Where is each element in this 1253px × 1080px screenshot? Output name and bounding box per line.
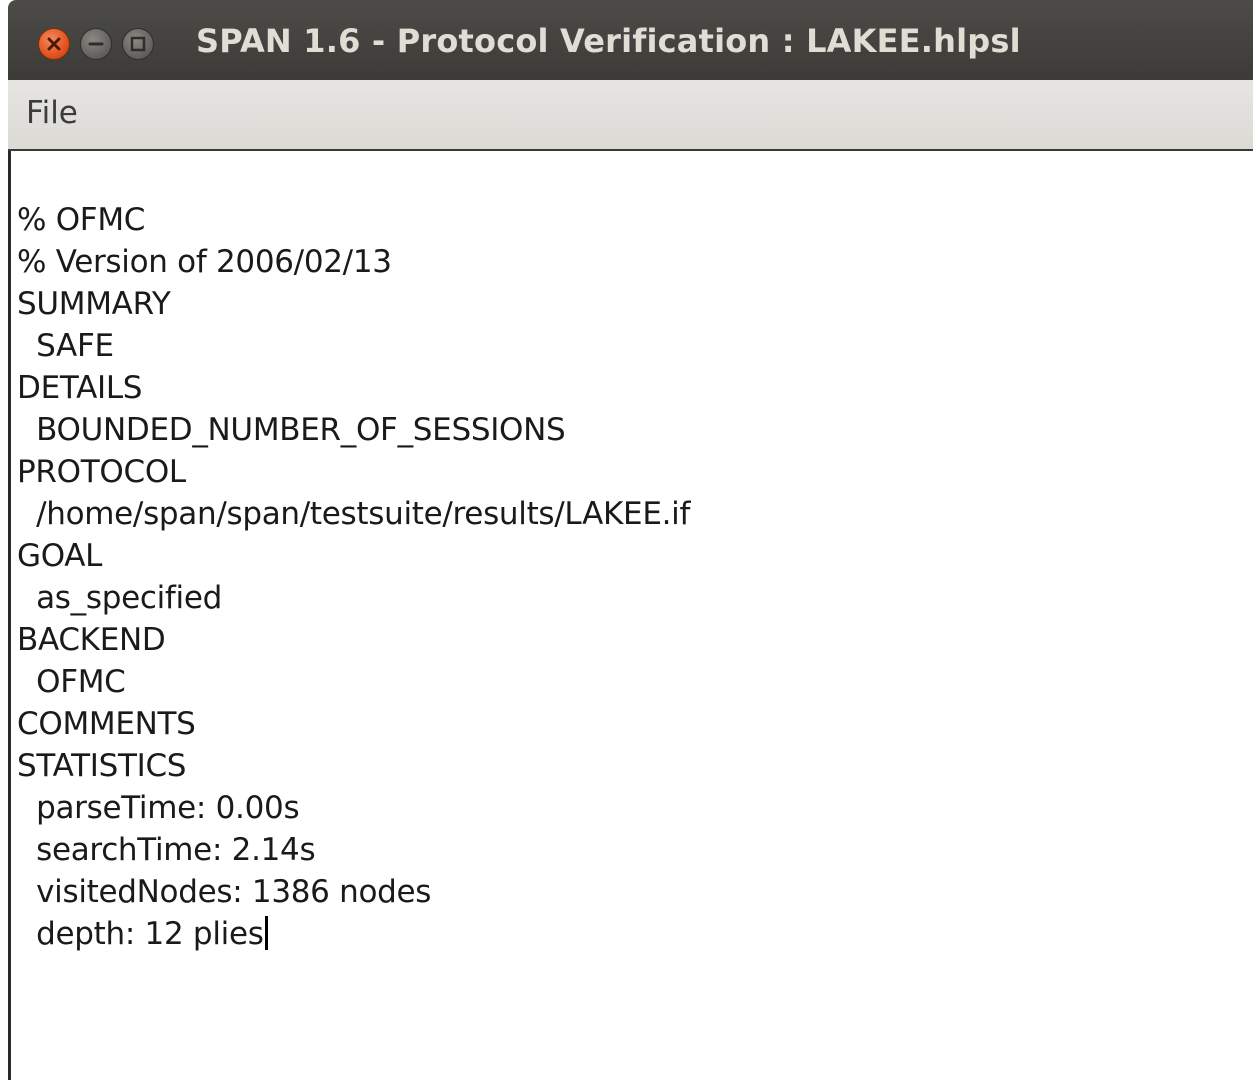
output-line: parseTime: 0.00s	[17, 790, 300, 826]
menu-file[interactable]: File	[26, 95, 78, 131]
output-lines: % OFMC % Version of 2006/02/13 SUMMARY S…	[17, 199, 690, 955]
output-line: SAFE	[17, 328, 114, 364]
text-caret	[264, 916, 268, 950]
title-bar[interactable]: SPAN 1.6 - Protocol Verification : LAKEE…	[8, 0, 1253, 80]
output-line-last: depth: 12 plies	[17, 913, 690, 955]
output-line: BACKEND	[17, 622, 166, 658]
output-text-area[interactable]: % OFMC % Version of 2006/02/13 SUMMARY S…	[8, 151, 1253, 1080]
output-line: COMMENTS	[17, 706, 196, 742]
output-line: SUMMARY	[17, 286, 171, 322]
window-title: SPAN 1.6 - Protocol Verification : LAKEE…	[196, 22, 1021, 60]
span-window: SPAN 1.6 - Protocol Verification : LAKEE…	[0, 0, 1253, 1080]
output-line: % OFMC	[17, 202, 146, 238]
menu-bar: File	[8, 80, 1253, 151]
output-line: DETAILS	[17, 370, 143, 406]
maximize-icon	[130, 36, 146, 52]
minimize-button[interactable]	[80, 28, 112, 60]
output-line: visitedNodes: 1386 nodes	[17, 874, 432, 910]
output-line: GOAL	[17, 538, 103, 574]
output-line: % Version of 2006/02/13	[17, 244, 392, 280]
minimize-icon	[88, 42, 104, 46]
output-line: /home/span/span/testsuite/results/LAKEE.…	[17, 496, 691, 532]
output-line: OFMC	[17, 664, 126, 700]
output-line: PROTOCOL	[17, 454, 186, 490]
output-line: BOUNDED_NUMBER_OF_SESSIONS	[17, 412, 566, 448]
maximize-button[interactable]	[122, 28, 154, 60]
output-line: as_specified	[17, 580, 222, 616]
output-line: STATISTICS	[17, 748, 187, 784]
close-button[interactable]	[38, 28, 70, 60]
close-icon	[47, 37, 61, 51]
output-line-text: depth: 12 plies	[17, 916, 264, 952]
output-line: searchTime: 2.14s	[17, 832, 316, 868]
